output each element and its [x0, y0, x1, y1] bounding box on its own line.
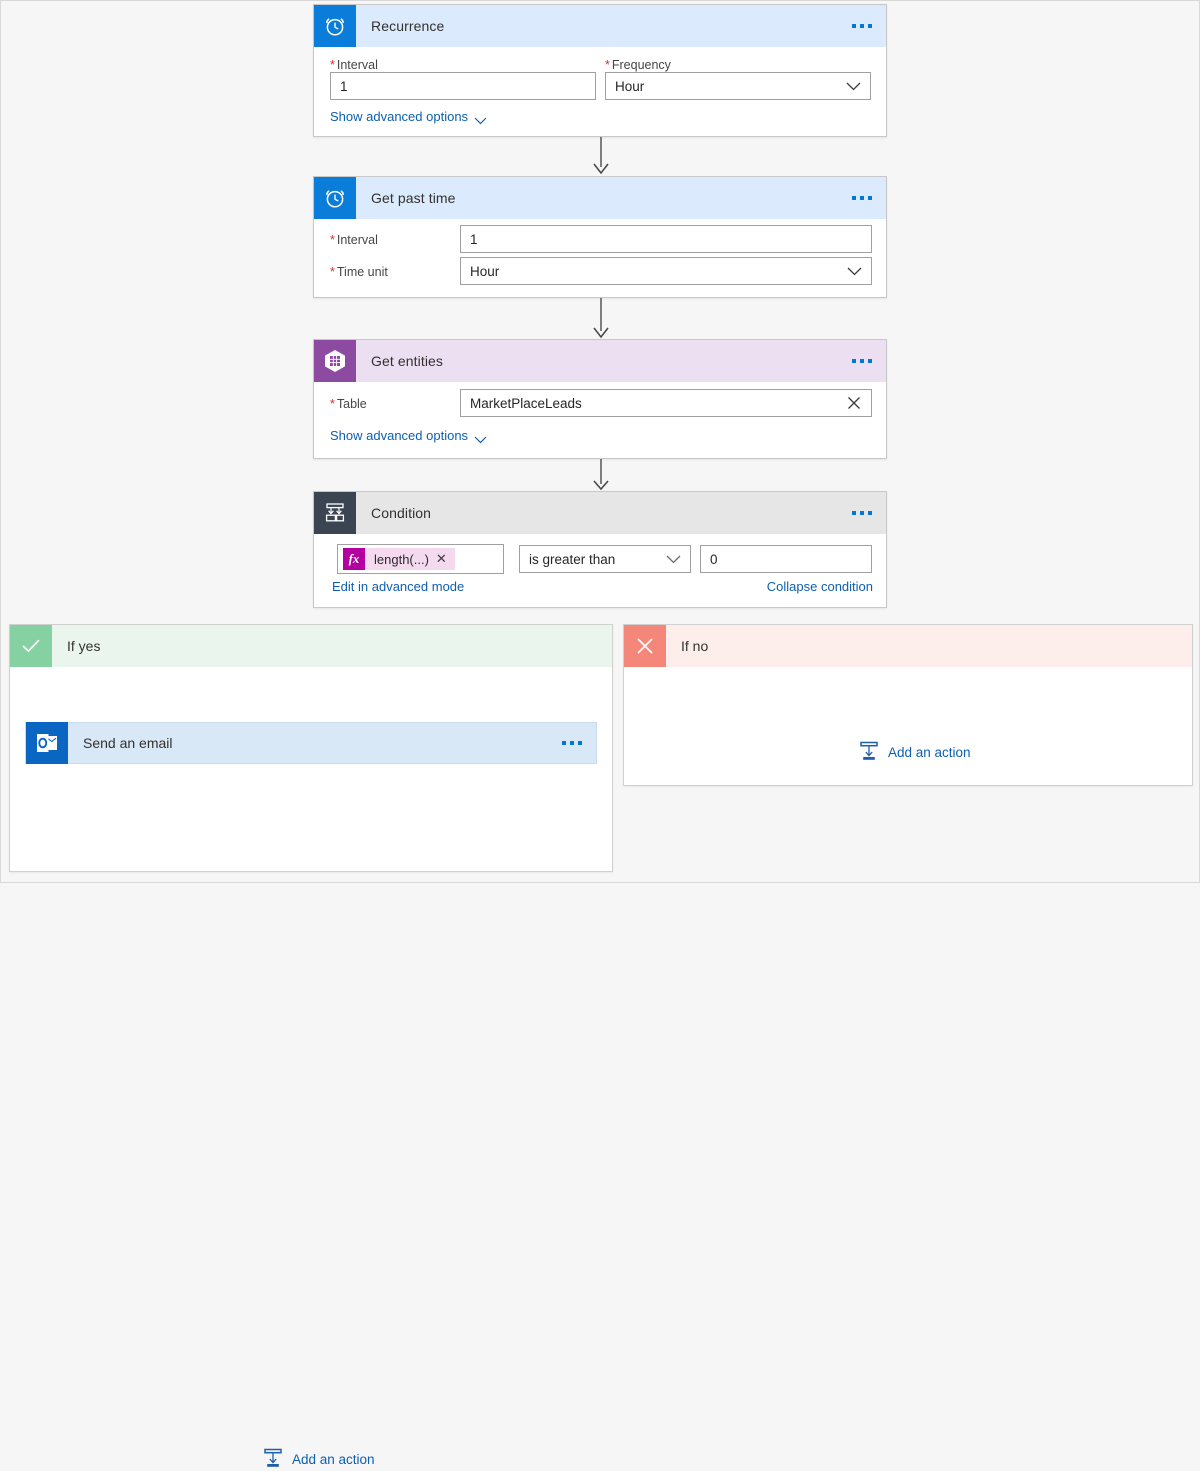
- add-an-action-if-no[interactable]: Add an action: [859, 741, 971, 764]
- card-menu-recurrence[interactable]: [852, 24, 872, 28]
- card-title-get-entities: Get entities: [371, 353, 443, 369]
- branch-header-if-no: If no: [624, 625, 1192, 667]
- connector-arrow-1: [589, 137, 613, 176]
- edit-in-advanced-mode-link[interactable]: Edit in advanced mode: [332, 579, 464, 594]
- dropdown-recurrence-frequency[interactable]: Hour: [605, 72, 871, 100]
- card-title-recurrence: Recurrence: [371, 18, 444, 34]
- card-title-send-an-email: Send an email: [83, 735, 173, 751]
- remove-token-icon[interactable]: ✕: [436, 551, 455, 567]
- card-recurrence[interactable]: Recurrence *Interval 1 *Frequency Hour: [313, 4, 887, 137]
- condition-expression-field[interactable]: fx length(...) ✕: [337, 544, 504, 574]
- card-header-get-entities: Get entities: [314, 340, 886, 382]
- input-condition-value-text: 0: [710, 552, 862, 567]
- required-indicator: *: [330, 58, 335, 72]
- connector-arrow-2: [589, 298, 613, 340]
- add-an-action-label: Add an action: [292, 1452, 375, 1467]
- connector-arrow-3: [589, 459, 613, 492]
- expression-token-label: length(...): [365, 552, 436, 567]
- input-table[interactable]: MarketPlaceLeads: [460, 389, 872, 417]
- collapse-condition-label: Collapse condition: [767, 579, 873, 594]
- card-menu-get-entities[interactable]: [852, 359, 872, 363]
- card-get-past-time[interactable]: Get past time *Interval 1 *Time unit Hou…: [313, 176, 887, 298]
- expression-token[interactable]: fx length(...) ✕: [343, 548, 455, 570]
- add-an-action-label: Add an action: [888, 745, 971, 760]
- condition-branch-icon: [314, 492, 356, 534]
- label-interval: Interval: [337, 58, 378, 72]
- branch-title-if-yes: If yes: [67, 638, 100, 654]
- card-title-condition: Condition: [371, 505, 431, 521]
- label-time-unit: Time unit: [337, 265, 388, 279]
- required-indicator: *: [330, 233, 335, 247]
- branch-title-if-no: If no: [681, 638, 708, 654]
- chevron-down-icon: [846, 82, 861, 91]
- label-frequency: Frequency: [612, 58, 671, 72]
- chevron-down-icon: [474, 113, 487, 121]
- card-menu-send-an-email[interactable]: [562, 741, 582, 745]
- flow-designer-canvas: Recurrence *Interval 1 *Frequency Hour: [1, 1, 1199, 882]
- input-past-time-interval[interactable]: 1: [460, 225, 872, 253]
- alarm-clock-icon: [314, 177, 356, 219]
- input-recurrence-interval-value: 1: [340, 79, 586, 94]
- dropdown-condition-operator-value: is greater than: [529, 552, 666, 567]
- card-get-entities[interactable]: Get entities *Table MarketPlaceLeads Sho…: [313, 339, 887, 459]
- card-menu-condition[interactable]: [852, 511, 872, 515]
- alarm-clock-icon: [314, 5, 356, 47]
- dropdown-past-time-unit-value: Hour: [470, 264, 847, 279]
- input-condition-value[interactable]: 0: [700, 545, 872, 573]
- card-title-get-past-time: Get past time: [371, 190, 456, 206]
- checkmark-icon: [10, 625, 52, 667]
- branch-header-if-yes: If yes: [10, 625, 612, 667]
- label-interval: Interval: [337, 233, 378, 247]
- dropdown-past-time-unit[interactable]: Hour: [460, 257, 872, 285]
- add-action-icon: [859, 741, 879, 764]
- card-send-an-email[interactable]: Send an email: [25, 722, 597, 764]
- card-header-condition: Condition: [314, 492, 886, 534]
- show-advanced-options-get-entities[interactable]: Show advanced options: [330, 428, 487, 443]
- dropdown-recurrence-frequency-value: Hour: [615, 79, 846, 94]
- required-indicator: *: [330, 265, 335, 279]
- card-header-get-past-time: Get past time: [314, 177, 886, 219]
- close-icon[interactable]: [846, 395, 862, 411]
- chevron-down-icon: [666, 555, 681, 564]
- show-advanced-options-label: Show advanced options: [330, 109, 468, 124]
- add-an-action-if-yes[interactable]: Add an action: [263, 1448, 375, 1471]
- required-indicator: *: [330, 397, 335, 411]
- input-past-time-interval-value: 1: [470, 232, 862, 247]
- card-header-recurrence: Recurrence: [314, 5, 886, 47]
- dropdown-condition-operator[interactable]: is greater than: [519, 545, 691, 573]
- branch-if-yes: If yes Send an email: [9, 624, 613, 872]
- card-menu-get-past-time[interactable]: [852, 196, 872, 200]
- fx-icon: fx: [343, 548, 365, 570]
- outlook-icon: [26, 722, 68, 764]
- show-advanced-options-recurrence[interactable]: Show advanced options: [330, 109, 487, 124]
- branch-if-no: If no Add an action: [623, 624, 1193, 786]
- label-table: Table: [337, 397, 367, 411]
- table-hexagon-icon: [314, 340, 356, 382]
- add-action-icon: [263, 1448, 283, 1471]
- card-condition[interactable]: Condition fx length(...) ✕ is greater th…: [313, 491, 887, 608]
- input-table-value: MarketPlaceLeads: [470, 396, 846, 411]
- chevron-down-icon: [847, 267, 862, 276]
- required-indicator: *: [605, 58, 610, 72]
- edit-in-advanced-mode-label: Edit in advanced mode: [332, 579, 464, 594]
- close-x-icon: [624, 625, 666, 667]
- chevron-down-icon: [474, 432, 487, 440]
- input-recurrence-interval[interactable]: 1: [330, 72, 596, 100]
- collapse-condition-link[interactable]: Collapse condition: [767, 579, 873, 594]
- show-advanced-options-label: Show advanced options: [330, 428, 468, 443]
